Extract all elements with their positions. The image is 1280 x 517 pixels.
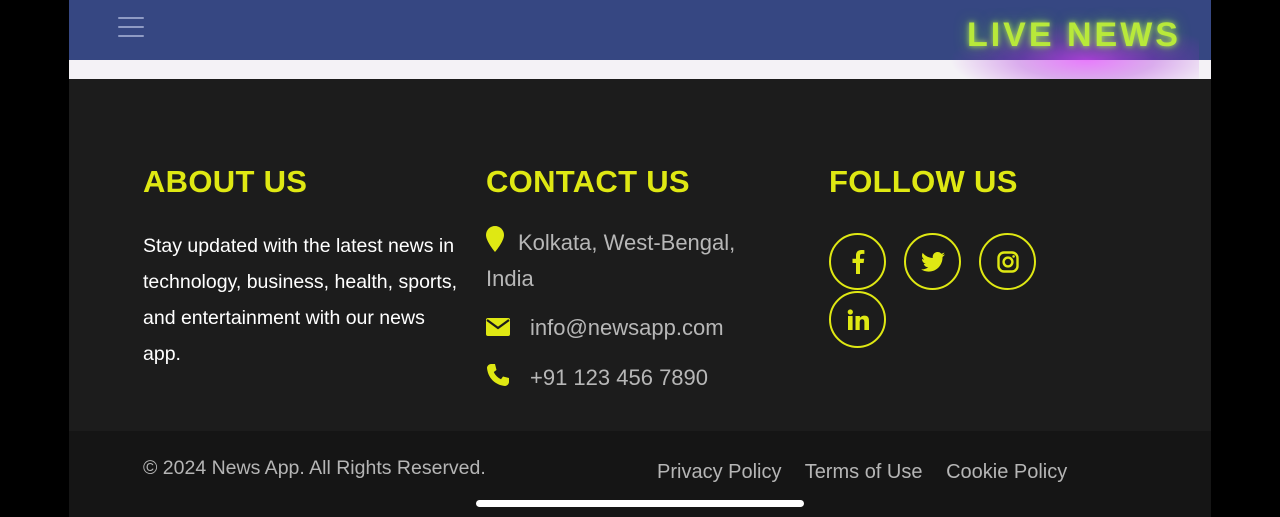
terms-of-use-link[interactable]: Terms of Use	[805, 461, 923, 483]
linkedin-icon[interactable]	[829, 291, 886, 348]
contact-address: Kolkata, West-Bengal, India	[486, 226, 786, 296]
contact-phone-text[interactable]: +91 123 456 7890	[530, 365, 708, 390]
home-indicator[interactable]	[476, 500, 804, 507]
twitter-icon[interactable]	[904, 233, 961, 290]
facebook-icon[interactable]	[829, 233, 886, 290]
contact-section: CONTACT US Kolkata, West-Bengal, India i…	[486, 164, 786, 397]
location-pin-icon	[486, 226, 504, 262]
contact-phone[interactable]: +91 123 456 7890	[486, 361, 786, 396]
contact-email-text[interactable]: info@newsapp.com	[530, 315, 724, 340]
footer-links: Privacy Policy Terms of Use Cookie Polic…	[657, 461, 1085, 484]
privacy-policy-link[interactable]: Privacy Policy	[657, 461, 781, 483]
live-news-badge[interactable]: LIVE NEWS	[967, 16, 1181, 55]
about-text: Stay updated with the latest news in tec…	[143, 235, 457, 365]
about-heading: ABOUT US	[143, 164, 308, 199]
app-frame: LIVE NEWS ABOUT US Stay updated with the…	[69, 0, 1211, 517]
follow-section: FOLLOW US	[829, 164, 1089, 349]
copyright-text: © 2024 News App. All Rights Reserved.	[143, 457, 486, 479]
phone-icon	[486, 363, 510, 397]
instagram-icon[interactable]	[979, 233, 1036, 290]
about-section: ABOUT US Stay updated with the latest ne…	[143, 164, 458, 372]
hamburger-menu-icon[interactable]	[118, 16, 144, 38]
cookie-policy-link[interactable]: Cookie Policy	[946, 461, 1067, 483]
envelope-icon	[486, 312, 510, 346]
contact-address-text: Kolkata, West-Bengal, India	[486, 230, 736, 292]
contact-heading: CONTACT US	[486, 164, 690, 199]
footer: ABOUT US Stay updated with the latest ne…	[69, 79, 1211, 431]
follow-heading: FOLLOW US	[829, 164, 1018, 199]
content-edge	[69, 60, 1211, 79]
contact-email[interactable]: info@newsapp.com	[486, 311, 786, 346]
